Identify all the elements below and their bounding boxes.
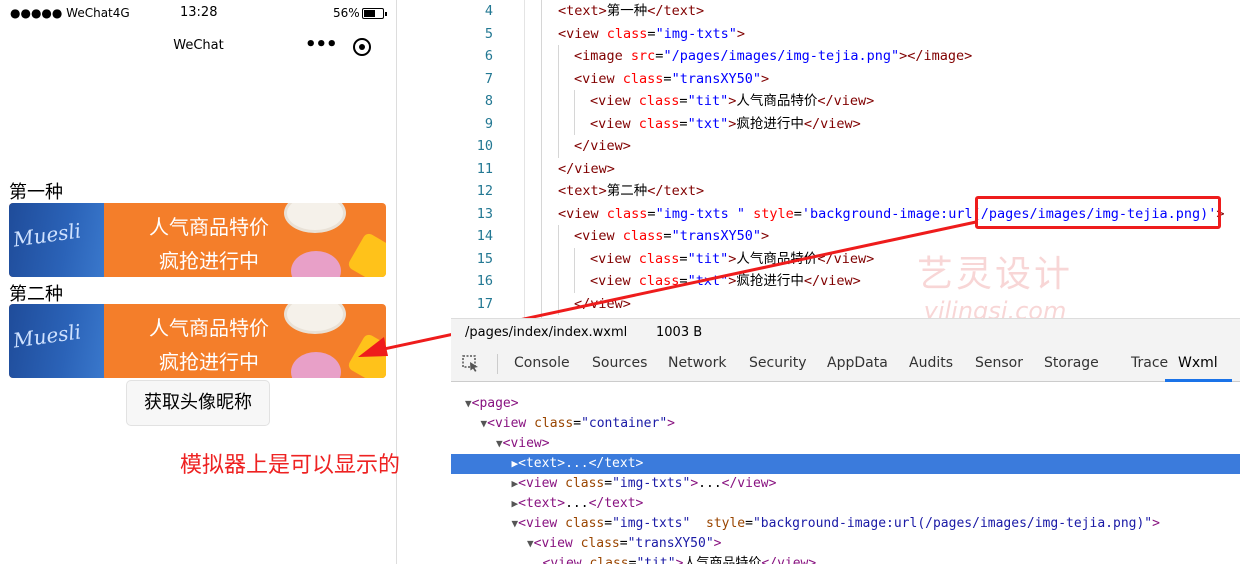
expanded-triangle-icon[interactable]: ▼ xyxy=(496,437,503,450)
dom-tree-node[interactable]: ▼<view> xyxy=(451,434,1240,454)
file-path: /pages/index/index.wxml xyxy=(465,325,628,340)
file-info-bar: /pages/index/index.wxml 1003 B xyxy=(451,318,1240,346)
inspect-element-icon[interactable] xyxy=(462,355,480,372)
tab-storage[interactable]: Storage xyxy=(1044,355,1099,371)
tab-network[interactable]: Network xyxy=(668,355,726,371)
dom-tree-node[interactable]: ▼<view class="img-txts" style="backgroun… xyxy=(451,514,1240,534)
tab-console[interactable]: Console xyxy=(514,355,570,371)
dom-tree-node[interactable]: <view class="tit">人气商品特价</view> xyxy=(451,554,1240,564)
tab-appdata[interactable]: AppData xyxy=(827,355,888,371)
dom-tree-node[interactable]: ▼<page> xyxy=(451,394,1240,414)
dom-tree-node[interactable]: ▶<view class="img-txts">...</view> xyxy=(451,474,1240,494)
tab-sensor[interactable]: Sensor xyxy=(975,355,1023,371)
active-tab-indicator xyxy=(1165,379,1232,382)
dom-tree-node[interactable]: ▼<view class="container"> xyxy=(451,414,1240,434)
tab-sources[interactable]: Sources xyxy=(592,355,647,371)
expanded-triangle-icon[interactable]: ▼ xyxy=(527,537,534,550)
wxml-dom-tree: ▼<page> ▼<view class="container"> ▼<view> ▶… xyxy=(451,383,1240,564)
tab-audits[interactable]: Audits xyxy=(909,355,953,371)
dom-tree-node[interactable]: ▶<text>...</text> xyxy=(451,454,1240,474)
dom-tree-node[interactable]: ▼<view class="transXY50"> xyxy=(451,534,1240,554)
dom-tree-node[interactable]: ▶<text>...</text> xyxy=(451,494,1240,514)
file-size: 1003 B xyxy=(656,325,703,340)
tab-trace[interactable]: Trace xyxy=(1131,355,1168,371)
tab-wxml[interactable]: Wxml xyxy=(1178,355,1218,371)
arrow-head xyxy=(358,337,388,357)
expanded-triangle-icon[interactable]: ▼ xyxy=(465,397,472,410)
devtools-tabbar: Console Sources Network Security AppData Audi… xyxy=(451,346,1240,382)
tab-security[interactable]: Security xyxy=(749,355,807,371)
